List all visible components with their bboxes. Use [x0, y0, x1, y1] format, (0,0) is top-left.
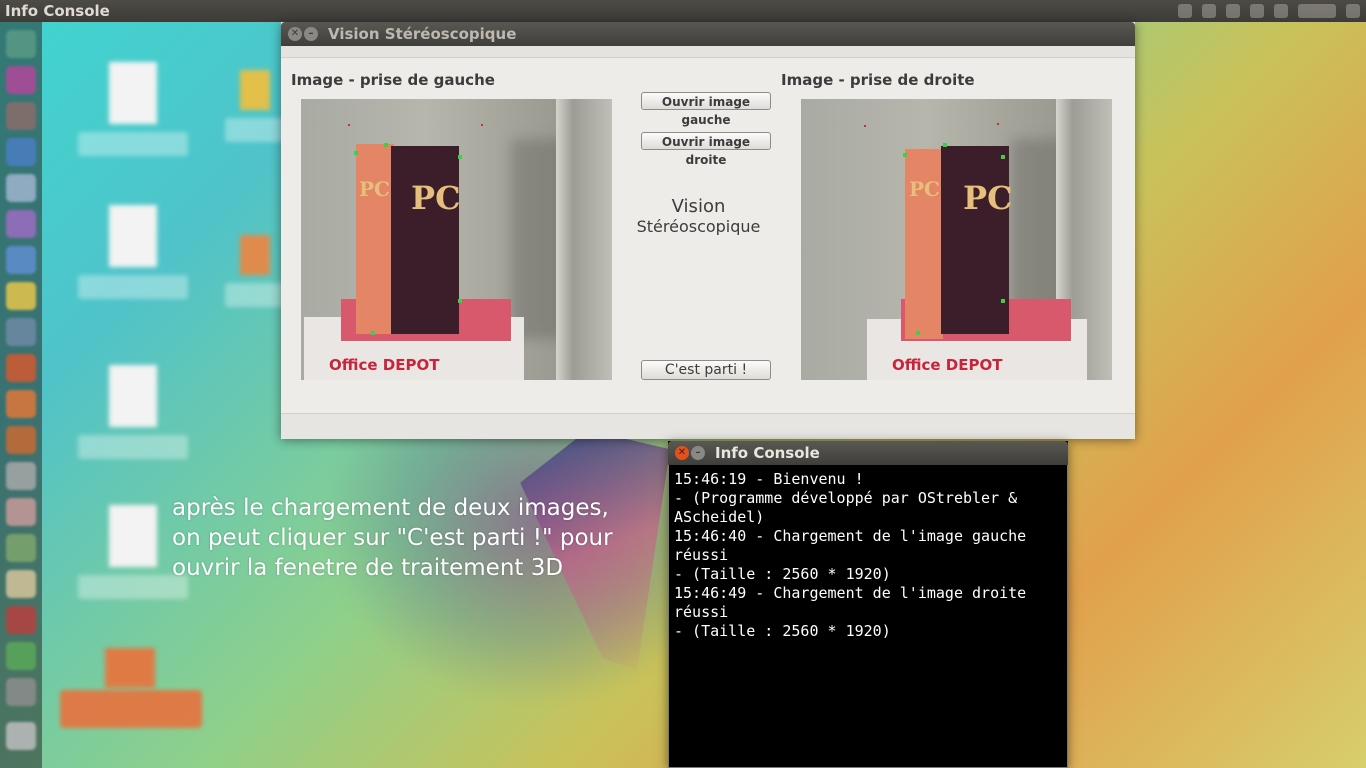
console-title: Info Console [715, 444, 820, 462]
center-title-line: Stéréoscopique [636, 217, 761, 235]
info-console-window: ✕ – Info Console 15:46:19 - Bienvenu ! -… [668, 441, 1068, 768]
desktop-file-icon[interactable] [78, 365, 188, 459]
close-icon[interactable]: ✕ [675, 446, 689, 460]
top-panel: Info Console [0, 0, 1366, 22]
desktop-file-icon[interactable] [225, 70, 285, 142]
photo-book-spine-title: PC [359, 177, 390, 201]
open-left-image-button[interactable]: Ouvrir image gauche [641, 92, 771, 127]
launcher-app-icon[interactable] [6, 462, 36, 490]
launcher-app-icon[interactable] [6, 534, 36, 562]
left-image-label: Image - prise de gauche [291, 71, 495, 89]
console-line: 15:46:40 - Chargement de l'image gauche [674, 527, 1027, 545]
active-app-title: Info Console [5, 2, 110, 20]
right-image-view: Office DEPOT PC PC [801, 99, 1112, 380]
desktop-selected-label[interactable] [60, 690, 202, 728]
launcher-app-icon[interactable] [6, 570, 36, 598]
tray-clock[interactable] [1298, 4, 1336, 18]
console-line: AScheidel) [674, 508, 765, 526]
close-icon[interactable]: ✕ [288, 27, 302, 41]
launcher-home-icon[interactable] [6, 30, 36, 58]
center-title-line: Vision [671, 197, 726, 217]
tray-indicator-icon[interactable] [1250, 4, 1264, 18]
annotation-line: ouvrir la fenetre de traitement 3D [172, 555, 564, 581]
desktop-file-icon[interactable] [100, 648, 160, 688]
console-line: - (Programme développé par OStrebler & [674, 489, 1018, 507]
annotation-caption: après le chargement de deux images, on p… [172, 493, 672, 583]
launcher-app-icon[interactable] [6, 722, 36, 750]
launcher-app-icon[interactable] [6, 102, 36, 130]
console-line: 15:46:19 - Bienvenu ! [674, 470, 864, 488]
launcher-app-icon[interactable] [6, 498, 36, 526]
console-line: 15:46:49 - Chargement de l'image droite [674, 584, 1027, 602]
tray-indicator-icon[interactable] [1346, 4, 1360, 18]
launcher-app-icon[interactable] [6, 210, 36, 238]
launcher-app-icon[interactable] [6, 174, 36, 202]
launcher-app-icon[interactable] [6, 642, 36, 670]
tray-indicator-icon[interactable] [1226, 4, 1240, 18]
desktop-file-icon[interactable] [78, 62, 188, 156]
center-title: Vision Stéréoscopique [631, 197, 766, 235]
minimize-icon[interactable]: – [691, 446, 705, 460]
window-statusbar [281, 413, 1135, 439]
launcher-app-icon[interactable] [6, 138, 36, 166]
tray-indicator-icon[interactable] [1178, 4, 1192, 18]
launcher-app-icon[interactable] [6, 426, 36, 454]
window-toolbar [281, 46, 1135, 58]
window-title: Vision Stéréoscopique [328, 25, 517, 43]
desktop-file-icon[interactable] [78, 205, 188, 299]
tray-indicator-icon[interactable] [1202, 4, 1216, 18]
photo-box-brand: Office DEPOT [329, 356, 440, 374]
tray-indicator-icon[interactable] [1274, 4, 1288, 18]
photo-box-brand: Office DEPOT [892, 356, 1003, 374]
annotation-line: après le chargement de deux images, [172, 495, 609, 521]
console-line: réussi [674, 546, 729, 564]
system-tray [1178, 4, 1360, 18]
open-right-image-button[interactable]: Ouvrir image droite [641, 132, 771, 167]
photo-book-spine-title: PC [909, 177, 940, 201]
desktop-file-icon[interactable] [225, 235, 285, 307]
launcher-app-icon[interactable] [6, 390, 36, 418]
console-line: - (Taille : 2560 * 1920) [674, 565, 891, 583]
photo-book-title: PC [411, 179, 461, 217]
annotation-line: on peut cliquer sur "C'est parti !" pour [172, 525, 613, 551]
photo-book-title: PC [963, 179, 1013, 217]
launcher-app-icon[interactable] [6, 66, 36, 94]
window-titlebar[interactable]: ✕ – Vision Stéréoscopique [281, 22, 1135, 46]
launcher-app-icon[interactable] [6, 282, 36, 310]
minimize-icon[interactable]: – [304, 27, 318, 41]
launcher-trash-icon[interactable] [6, 678, 36, 706]
console-line: - (Taille : 2560 * 1920) [674, 622, 891, 640]
launcher-app-icon[interactable] [6, 318, 36, 346]
console-output[interactable]: 15:46:19 - Bienvenu ! - (Programme dével… [668, 465, 1068, 768]
launcher [0, 22, 42, 768]
left-image-view: Office DEPOT PC PC [301, 99, 612, 380]
right-image-label: Image - prise de droite [781, 71, 975, 89]
start-processing-button[interactable]: C'est parti ! [641, 360, 771, 380]
launcher-app-icon[interactable] [6, 354, 36, 382]
launcher-app-icon[interactable] [6, 606, 36, 634]
launcher-app-icon[interactable] [6, 246, 36, 274]
console-line: réussi [674, 603, 729, 621]
vision-window: ✕ – Vision Stéréoscopique Image - prise … [281, 22, 1135, 439]
console-titlebar[interactable]: ✕ – Info Console [668, 441, 1068, 465]
